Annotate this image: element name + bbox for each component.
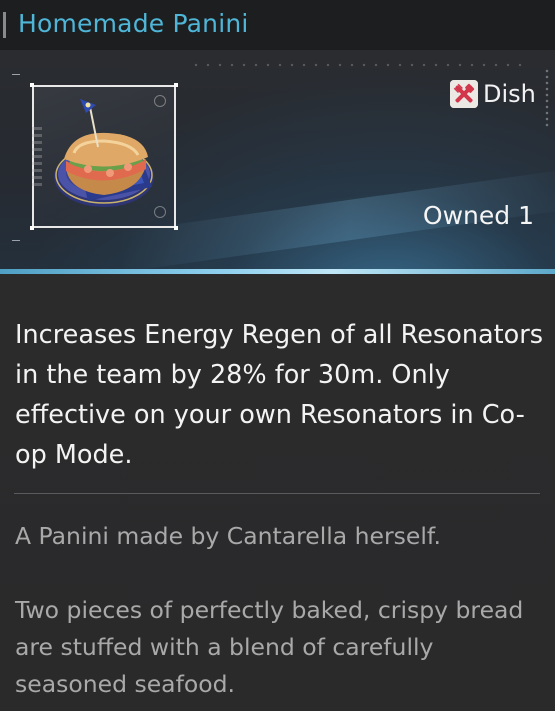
frame-corner <box>174 226 178 230</box>
item-type-label: Dish <box>483 80 536 108</box>
corner-mark <box>12 66 20 75</box>
item-icon-frame <box>30 83 178 230</box>
owned-count: Owned 1 <box>422 201 534 230</box>
title-accent-bar <box>3 12 6 38</box>
dish-crossed-utensils-icon <box>450 80 478 108</box>
frame-side-ornament <box>32 127 42 187</box>
decorative-dots <box>190 62 530 68</box>
panini-plate-icon <box>54 99 154 207</box>
frame-corner <box>174 83 178 87</box>
lore-line: A Panini made by Cantarella herself. <box>15 522 441 550</box>
title-bar: Homemade Panini <box>0 0 555 50</box>
frame-corner <box>30 226 34 230</box>
header-glow-line <box>0 269 555 274</box>
item-showcase: Dish Owned 1 <box>0 50 555 274</box>
item-effect-description: Increases Energy Regen of all Resonators… <box>15 320 543 470</box>
item-type-badge: Dish <box>450 79 536 109</box>
lore-spacer <box>15 555 545 592</box>
decorative-side-dots <box>545 68 549 128</box>
item-lore: A Panini made by Cantarella herself. Two… <box>15 518 545 703</box>
lore-line: Two pieces of perfectly baked, crispy br… <box>15 596 524 698</box>
item-title: Homemade Panini <box>18 9 249 38</box>
corner-mark <box>12 240 20 249</box>
section-divider <box>14 493 540 494</box>
item-detail-panel: Homemade Panini Dish Owned 1 Increases E… <box>0 0 555 711</box>
frame-corner <box>30 83 34 87</box>
